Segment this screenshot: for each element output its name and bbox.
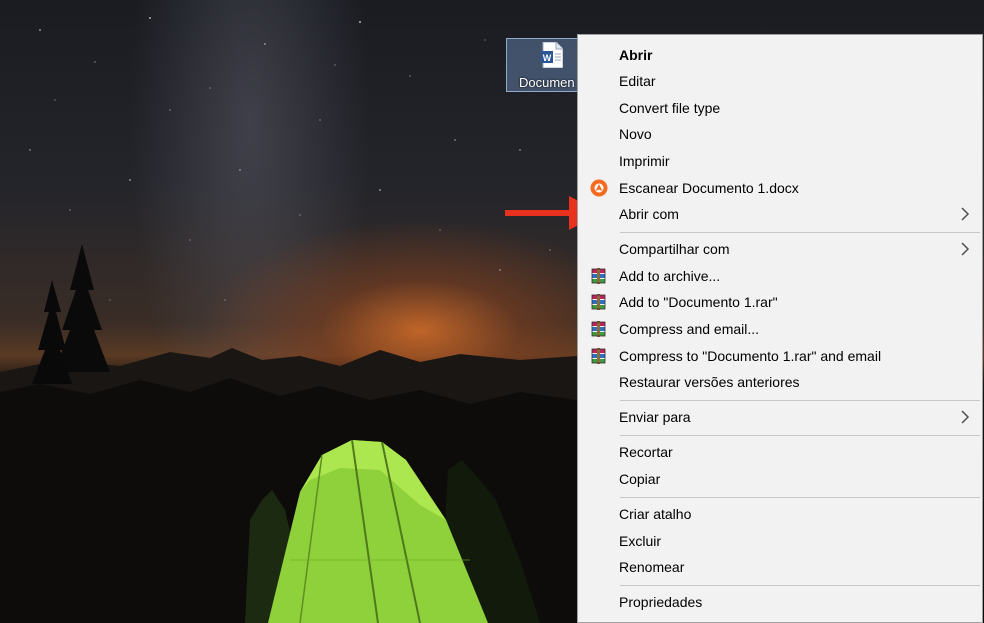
menu-item-novo[interactable]: Novo [578,121,982,147]
menu-item-convert-file-type[interactable]: Convert file type [578,95,982,121]
menu-item-label: Copiar [619,471,661,487]
menu-item-escanear[interactable]: Escanear Documento 1.docx [578,175,982,201]
menu-item-compress-email[interactable]: Compress and email... [578,316,982,342]
menu-item-restaurar-versoes[interactable]: Restaurar versões anteriores [578,369,982,395]
winrar-icon [590,320,608,338]
menu-item-abrir[interactable]: Abrir [578,42,982,68]
menu-item-add-to-rar[interactable]: Add to "Documento 1.rar" [578,289,982,315]
menu-item-imprimir[interactable]: Imprimir [578,148,982,174]
menu-item-renomear[interactable]: Renomear [578,554,982,580]
desktop-file-icon[interactable]: W Documen [506,38,580,92]
menu-item-label: Abrir com [619,206,679,222]
menu-separator [620,232,980,233]
desktop-file-label: Documen [519,75,575,90]
menu-item-compress-rar-email[interactable]: Compress to "Documento 1.rar" and email [578,343,982,369]
winrar-icon [590,267,608,285]
menu-item-label: Add to "Documento 1.rar" [619,294,778,310]
menu-item-copiar[interactable]: Copiar [578,466,982,492]
word-document-icon: W [541,42,563,68]
menu-item-label: Convert file type [619,100,721,116]
menu-item-label: Excluir [619,533,662,549]
chevron-right-icon [960,410,970,424]
word-letter: W [543,53,552,63]
menu-item-label: Escanear Documento 1.docx [619,180,799,196]
winrar-icon [590,293,608,311]
menu-item-label: Novo [619,126,652,142]
menu-separator [620,497,980,498]
winrar-icon [590,347,608,365]
menu-separator [620,435,980,436]
avast-icon [590,179,608,197]
chevron-right-icon [960,242,970,256]
menu-item-editar[interactable]: Editar [578,68,982,94]
menu-item-label: Imprimir [619,153,670,169]
menu-item-label: Add to archive... [619,268,721,284]
menu-item-label: Recortar [619,444,673,460]
menu-item-excluir[interactable]: Excluir [578,528,982,554]
menu-item-propriedades[interactable]: Propriedades [578,589,982,615]
menu-item-abrir-com[interactable]: Abrir com [578,201,982,227]
menu-separator [620,400,980,401]
menu-item-label: Renomear [619,559,685,575]
menu-item-label: Editar [619,73,656,89]
menu-item-label: Compress and email... [619,321,760,337]
menu-item-label: Enviar para [619,409,691,425]
menu-item-label: Propriedades [619,594,703,610]
menu-item-label: Restaurar versões anteriores [619,374,800,390]
chevron-right-icon [960,207,970,221]
menu-item-enviar-para[interactable]: Enviar para [578,404,982,430]
menu-item-label: Abrir [619,47,653,63]
menu-item-label: Criar atalho [619,506,692,522]
menu-item-label: Compress to "Documento 1.rar" and email [619,348,882,364]
menu-item-label: Compartilhar com [619,241,730,257]
menu-item-recortar[interactable]: Recortar [578,439,982,465]
file-context-menu: Abrir Editar Convert file type Novo Imprimir… [577,34,983,623]
menu-separator [620,585,980,586]
menu-item-criar-atalho[interactable]: Criar atalho [578,501,982,527]
menu-item-add-to-archive[interactable]: Add to archive... [578,263,982,289]
menu-item-compartilhar-com[interactable]: Compartilhar com [578,236,982,262]
